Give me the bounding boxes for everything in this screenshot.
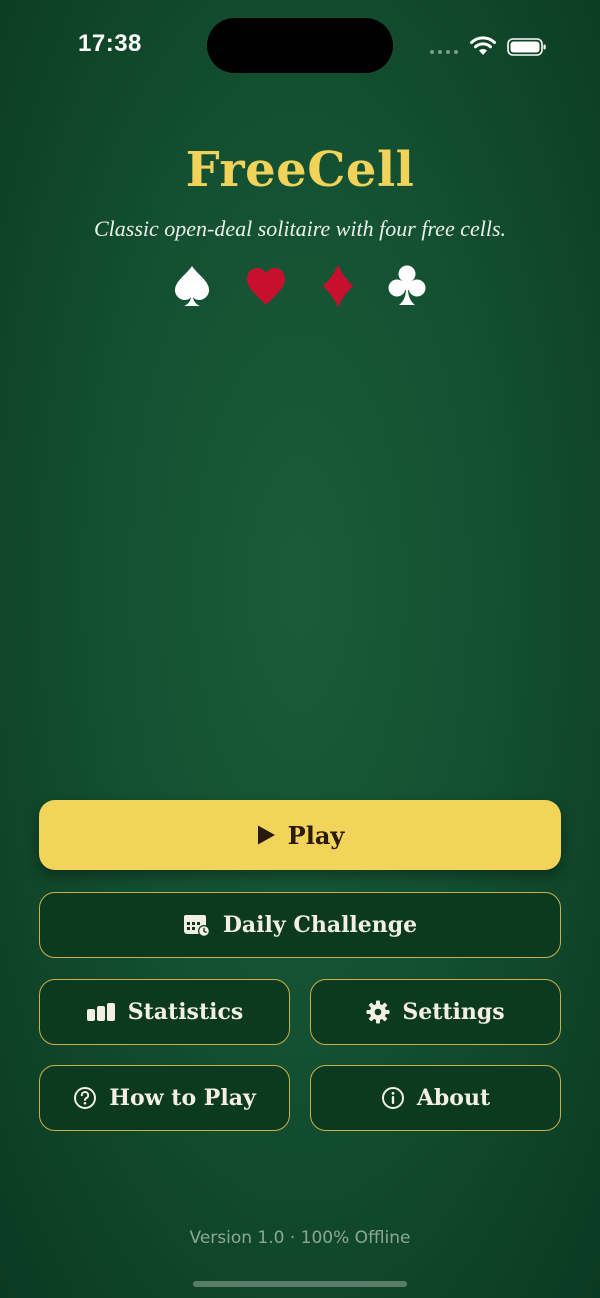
home-screen: 17:38 FreeCell Classic open-deal solitai…: [0, 0, 600, 1298]
gear-icon: [366, 1000, 390, 1024]
bar-chart-icon: [86, 1003, 115, 1021]
daily-challenge-label: Daily Challenge: [222, 912, 418, 938]
club-icon: [388, 265, 426, 305]
settings-label: Settings: [402, 999, 505, 1025]
dynamic-island: [207, 18, 393, 73]
cellular-signal-icon: [430, 50, 458, 54]
play-button-label: Play: [287, 820, 345, 850]
statistics-label: Statistics: [127, 999, 244, 1025]
home-indicator[interactable]: [193, 1281, 407, 1287]
wifi-icon: [470, 36, 496, 55]
battery-icon: [507, 38, 546, 56]
calendar-clock-icon: [183, 915, 210, 937]
about-button[interactable]: About: [310, 1065, 561, 1131]
play-button[interactable]: Play: [39, 800, 561, 870]
status-time: 17:38: [78, 30, 142, 57]
daily-challenge-button[interactable]: Daily Challenge: [39, 892, 561, 958]
about-label: About: [416, 1085, 491, 1111]
diamond-icon: [323, 265, 353, 307]
how-to-play-button[interactable]: How to Play: [39, 1065, 290, 1131]
heart-icon: [247, 268, 285, 305]
version-text: Version 1.0 · 100% Offline: [189, 1228, 411, 1248]
suit-symbols: [0, 262, 600, 312]
app-subtitle: Classic open-deal solitaire with four fr…: [93, 216, 507, 241]
settings-button[interactable]: Settings: [310, 979, 561, 1045]
how-to-play-label: How to Play: [109, 1085, 256, 1111]
info-circle-icon: [381, 1087, 404, 1109]
statistics-button[interactable]: Statistics: [39, 979, 290, 1045]
app-title: FreeCell: [185, 142, 415, 198]
question-circle-icon: [74, 1087, 97, 1109]
spade-icon: [175, 266, 209, 306]
play-icon: [257, 825, 275, 845]
